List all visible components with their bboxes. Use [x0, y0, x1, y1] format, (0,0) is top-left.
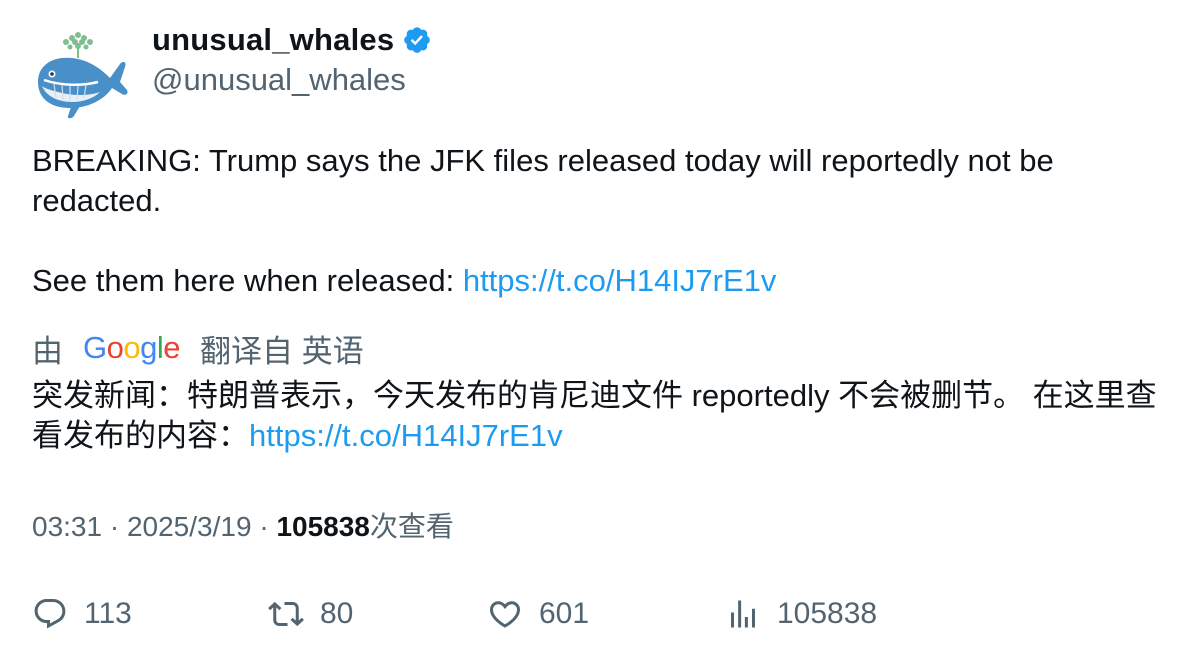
- reply-icon: [34, 599, 66, 629]
- retweet-icon: [268, 601, 304, 627]
- tweet-text-line: See them here when released: https://t.c…: [32, 261, 1172, 301]
- views-button[interactable]: 105838: [725, 592, 877, 636]
- tweet-card: unusual_whales @unusual_whales BREAKING:…: [0, 0, 1196, 658]
- action-bar: 113 80 601 105838: [32, 592, 1172, 636]
- like-button[interactable]: 601: [487, 592, 589, 636]
- translated-from-label: 翻译自 英语: [200, 333, 364, 369]
- reply-count: 113: [84, 597, 132, 630]
- meta-separator: ·: [251, 511, 277, 542]
- retweet-button[interactable]: 80: [268, 592, 353, 636]
- tweet-text-line: BREAKING: Trump says the JFK files relea…: [32, 143, 1054, 218]
- tweet-text-prefix: See them here when released:: [32, 263, 463, 298]
- translation-attribution: 由 Google 翻译自 英语: [32, 326, 364, 370]
- tweet-time[interactable]: 03:31: [32, 511, 102, 542]
- translated-text: 突发新闻：特朗普表示，今天发布的肯尼迪文件 reportedly 不会被删节。 …: [32, 376, 1182, 456]
- like-count: 601: [539, 597, 590, 630]
- tweet-link[interactable]: https://t.co/H14IJ7rE1v: [463, 263, 777, 298]
- verified-badge-icon: [402, 25, 432, 55]
- translated-text-body: 突发新闻：特朗普表示，今天发布的肯尼迪文件 reportedly 不会被删节。 …: [32, 378, 1157, 453]
- author-handle[interactable]: @unusual_whales: [152, 62, 406, 98]
- author-display-name[interactable]: unusual_whales: [152, 22, 394, 58]
- author-name-row[interactable]: unusual_whales: [152, 22, 432, 58]
- translated-link[interactable]: https://t.co/H14IJ7rE1v: [249, 418, 563, 453]
- analytics-icon: [731, 600, 755, 628]
- reply-button[interactable]: 113: [32, 592, 132, 636]
- views-label: 次查看: [369, 511, 454, 542]
- tweet-text: BREAKING: Trump says the JFK files relea…: [32, 141, 1172, 301]
- whale-avatar-icon[interactable]: [32, 24, 128, 120]
- meta-separator: ·: [102, 511, 127, 542]
- views-action-count: 105838: [777, 597, 878, 630]
- retweet-count: 80: [320, 597, 354, 630]
- heart-icon: [489, 601, 521, 628]
- tweet-meta: 03:31 · 2025/3/19 · 105838次查看: [32, 505, 454, 545]
- tweet-date[interactable]: 2025/3/19: [127, 511, 252, 542]
- google-logo[interactable]: Google: [83, 330, 181, 366]
- translated-by-label: 由: [32, 333, 63, 369]
- views-count: 105838: [276, 511, 370, 542]
